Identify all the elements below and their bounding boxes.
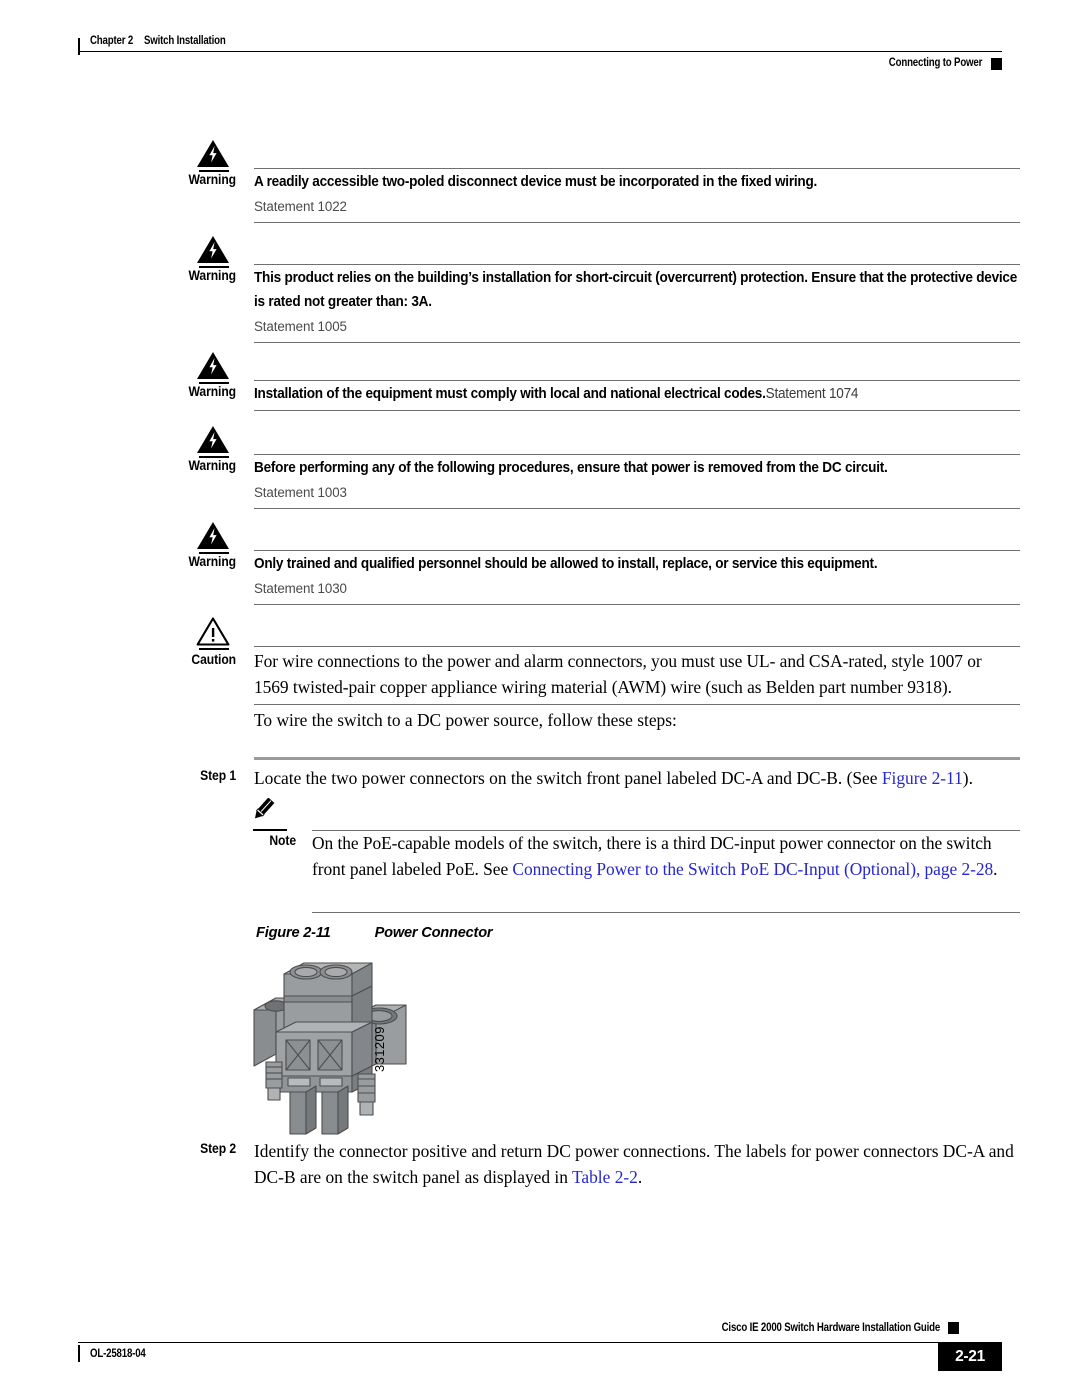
admonition-rule-bottom bbox=[254, 222, 1020, 223]
step-2-label: Step 2 bbox=[200, 1141, 236, 1156]
admonition-rule-bottom bbox=[254, 342, 1020, 343]
admonition-rule-top bbox=[254, 380, 1020, 381]
footer-rule bbox=[78, 1342, 1002, 1343]
note-pencil-icon bbox=[250, 798, 290, 831]
admonition-text: For wire connections to the power and al… bbox=[254, 651, 982, 697]
caution-triangle-exclamation-icon bbox=[196, 616, 232, 650]
figure-2-11-link[interactable]: Figure 2-11 bbox=[882, 768, 963, 788]
page-number-badge: 2-21 bbox=[938, 1342, 1002, 1371]
footer-guide-title: Cisco IE 2000 Switch Hardware Installati… bbox=[721, 1322, 941, 1334]
power-connector-illustration bbox=[248, 958, 438, 1143]
admonition-statement: Statement 1022 bbox=[254, 199, 347, 215]
figure-caption: Figure 2-11 Power Connector bbox=[256, 925, 493, 941]
warning-triangle-bolt-icon bbox=[196, 138, 232, 172]
admonition-label: Caution bbox=[191, 652, 236, 667]
warning-triangle-bolt-icon bbox=[196, 234, 232, 268]
admonition-rule-bottom bbox=[254, 704, 1020, 705]
step-2-body: Identify the connector positive and retu… bbox=[254, 1138, 1024, 1190]
admonition-statement: Statement 1005 bbox=[254, 319, 347, 335]
note-text-after: . bbox=[993, 859, 998, 879]
admonition-label: Warning bbox=[188, 458, 236, 473]
header-change-bar bbox=[78, 38, 80, 55]
figure-art-id: 331209 bbox=[372, 1026, 387, 1072]
icon-underline bbox=[253, 829, 287, 831]
admonition-statement: Statement 1003 bbox=[254, 485, 347, 501]
breadcrumb: Chapter 2 Switch Installation bbox=[90, 35, 226, 47]
admonition-body: This product relies on the building’s in… bbox=[254, 266, 1020, 338]
admonition-text: A readily accessible two-poled disconnec… bbox=[254, 174, 818, 190]
note-rule-bottom bbox=[312, 912, 1020, 913]
admonition-text: This product relies on the building’s in… bbox=[254, 270, 1018, 310]
admonition-rule-bottom bbox=[254, 604, 1020, 605]
admonition-rule-bottom bbox=[254, 410, 1020, 411]
admonition-body: Before performing any of the following p… bbox=[254, 456, 1020, 504]
figure-number: Figure 2-11 bbox=[256, 925, 331, 941]
admonition-body: For wire connections to the power and al… bbox=[254, 648, 1020, 700]
admonition-label: Warning bbox=[188, 384, 236, 399]
note-label: Note bbox=[269, 833, 296, 848]
footer-doc-id: OL-25818-04 bbox=[90, 1348, 146, 1360]
poe-dc-input-link[interactable]: Connecting Power to the Switch PoE DC-In… bbox=[512, 859, 993, 879]
figure-title: Power Connector bbox=[374, 925, 493, 941]
admonition-body: Only trained and qualified personnel sho… bbox=[254, 552, 1020, 600]
admonition-label: Warning bbox=[188, 554, 236, 569]
page-header: Chapter 2 Switch Installation Connecting … bbox=[78, 32, 1002, 82]
admonition-rule-bottom bbox=[254, 508, 1020, 509]
step-1-text-before: Locate the two power connectors on the s… bbox=[254, 768, 882, 788]
admonition-text: Only trained and qualified personnel sho… bbox=[254, 556, 878, 572]
step-separator-rule bbox=[254, 757, 1020, 760]
admonition-text: Before performing any of the following p… bbox=[254, 460, 888, 476]
admonition-rule-top bbox=[254, 646, 1020, 647]
page-footer: Cisco IE 2000 Switch Hardware Installati… bbox=[78, 1318, 1002, 1378]
intro-paragraph: To wire the switch to a DC power source,… bbox=[254, 710, 677, 730]
admonition-rule-top bbox=[254, 454, 1020, 455]
step-1-text-after: ). bbox=[962, 768, 973, 788]
footer-marker-square bbox=[948, 1322, 959, 1334]
warning-triangle-bolt-icon bbox=[196, 520, 232, 554]
admonition-statement: Statement 1074 bbox=[765, 386, 859, 402]
admonition-rule-top bbox=[254, 550, 1020, 551]
admonition-text: Installation of the equipment must compl… bbox=[254, 386, 766, 402]
note-text: On the PoE-capable models of the switch,… bbox=[312, 830, 1024, 882]
admonition-rule-top bbox=[254, 264, 1020, 265]
step-1-label: Step 1 bbox=[200, 768, 236, 783]
admonition-statement: Statement 1030 bbox=[254, 581, 347, 597]
breadcrumb-chapter-title: Switch Installation bbox=[143, 35, 226, 47]
step-2-text-after: . bbox=[637, 1167, 643, 1187]
header-rule bbox=[78, 51, 1002, 52]
breadcrumb-chapter-number: Chapter 2 bbox=[90, 35, 134, 47]
admonition-label: Warning bbox=[188, 268, 236, 283]
warning-triangle-bolt-icon bbox=[196, 350, 232, 384]
admonition-body: Installation of the equipment must compl… bbox=[254, 382, 1020, 406]
warning-triangle-bolt-icon bbox=[196, 424, 232, 458]
admonition-label: Warning bbox=[188, 172, 236, 187]
header-marker-square bbox=[991, 58, 1002, 70]
admonition-text-line: Installation of the equipment must compl… bbox=[254, 382, 1020, 406]
admonition-rule-top bbox=[254, 168, 1020, 169]
icon-underline bbox=[199, 648, 229, 650]
step-1-body: Locate the two power connectors on the s… bbox=[254, 765, 1024, 791]
note-body: On the PoE-capable models of the switch,… bbox=[312, 830, 1024, 882]
table-2-2-link[interactable]: Table 2-2 bbox=[572, 1167, 638, 1187]
admonition-body: A readily accessible two-poled disconnec… bbox=[254, 170, 1020, 218]
footer-change-bar bbox=[78, 1345, 80, 1362]
header-section-title: Connecting to Power bbox=[888, 57, 983, 69]
document-page: Chapter 2 Switch Installation Connecting … bbox=[0, 0, 1080, 1397]
